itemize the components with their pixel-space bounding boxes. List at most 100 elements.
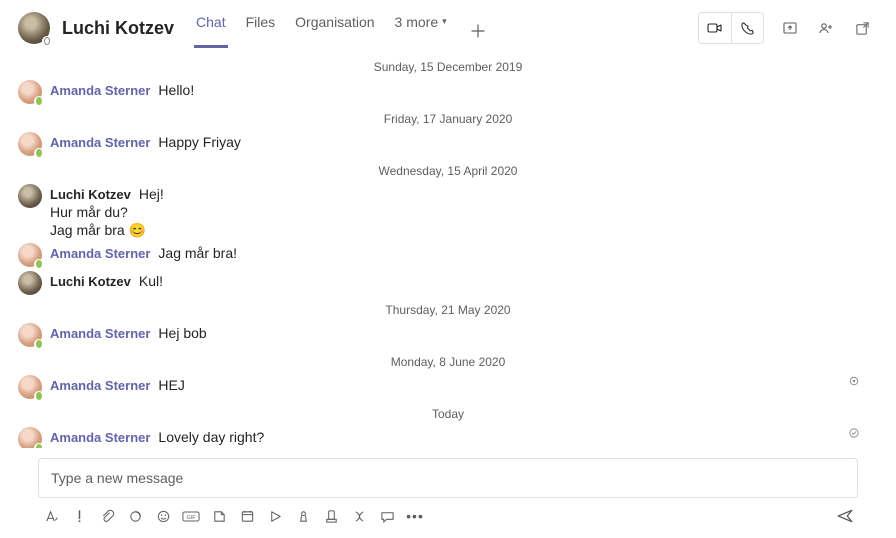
tab-chat[interactable]: Chat	[194, 8, 228, 48]
add-tab-button[interactable]	[465, 24, 491, 48]
presence-indicator	[34, 443, 44, 448]
audio-call-button[interactable]	[731, 13, 763, 43]
date-separator: Monday, 8 June 2020	[18, 355, 878, 369]
approvals-icon	[324, 509, 339, 524]
presence-indicator	[42, 36, 52, 46]
message-text: Hej!	[139, 186, 164, 202]
avatar[interactable]	[18, 323, 42, 347]
message-row: Amanda Sterner Lovely day right?	[18, 427, 878, 448]
share-screen-icon	[782, 20, 798, 36]
chat-title: Luchi Kotzev	[62, 18, 174, 39]
message-text: Hur mår du?	[50, 204, 164, 220]
presence-indicator	[34, 339, 44, 349]
sender-name[interactable]: Amanda Sterner	[50, 83, 150, 98]
message-row: Amanda Sterner Jag mår bra!	[18, 243, 878, 267]
attach-icon	[100, 509, 115, 524]
message-row: Amanda Sterner Happy Friyay	[18, 132, 878, 156]
sender-name[interactable]: Amanda Sterner	[50, 326, 150, 341]
more-icon: •••	[406, 508, 424, 524]
date-separator: Friday, 17 January 2020	[18, 112, 878, 126]
priority-button[interactable]	[66, 504, 92, 528]
chevron-down-icon: ▾	[442, 16, 447, 27]
chat-header: Luchi Kotzev Chat Files Organisation 3 m…	[0, 0, 896, 48]
avatar[interactable]	[18, 375, 42, 399]
stream-icon	[268, 509, 283, 524]
presence-indicator	[34, 96, 44, 106]
avatar[interactable]	[18, 132, 42, 156]
compose-toolbar: GIF •••	[38, 504, 858, 528]
sender-name[interactable]: Luchi Kotzev	[50, 187, 131, 202]
loop-icon	[128, 509, 143, 524]
format-button[interactable]	[38, 504, 64, 528]
message-text: Lovely day right?	[158, 429, 264, 445]
message-text: Hej bob	[158, 325, 206, 341]
message-row: Amanda Sterner Hello!	[18, 80, 878, 104]
message-text: Kul!	[139, 273, 163, 289]
format-icon	[44, 509, 59, 524]
header-actions	[698, 12, 878, 44]
message-input[interactable]	[51, 470, 845, 486]
messaging-extensions-button[interactable]	[374, 504, 400, 528]
tab-more-label: 3 more	[395, 14, 439, 30]
message-text: Hello!	[158, 82, 194, 98]
send-button[interactable]	[832, 504, 858, 528]
message-text: Jag mår bra!	[158, 245, 237, 261]
avatar[interactable]	[18, 80, 42, 104]
people-add-icon	[818, 20, 834, 36]
popout-button[interactable]	[846, 13, 878, 43]
sender-name[interactable]: Amanda Sterner	[50, 430, 150, 445]
sender-name[interactable]: Luchi Kotzev	[50, 274, 131, 289]
presence-indicator	[34, 148, 44, 158]
presence-indicator	[34, 259, 44, 269]
loop-button[interactable]	[122, 504, 148, 528]
sender-name[interactable]: Amanda Sterner	[50, 246, 150, 261]
tab-organisation[interactable]: Organisation	[293, 8, 376, 48]
sender-name[interactable]: Amanda Sterner	[50, 135, 150, 150]
sticker-button[interactable]	[206, 504, 232, 528]
share-screen-button[interactable]	[774, 13, 806, 43]
avatar[interactable]	[18, 271, 42, 295]
video-call-button[interactable]	[699, 13, 731, 43]
date-separator: Sunday, 15 December 2019	[18, 60, 878, 74]
praise-icon	[296, 509, 311, 524]
emoji-button[interactable]	[150, 504, 176, 528]
gif-button[interactable]: GIF	[178, 504, 204, 528]
date-separator: Thursday, 21 May 2020	[18, 303, 878, 317]
avatar[interactable]	[18, 184, 42, 208]
viva-button[interactable]	[346, 504, 372, 528]
send-icon	[836, 507, 854, 525]
read-receipt-icon	[848, 375, 860, 387]
compose-box[interactable]	[38, 458, 858, 498]
message-row: Amanda Sterner Hej bob	[18, 323, 878, 347]
message-text: Jag mår bra 😊	[50, 222, 164, 239]
compose-area: GIF •••	[0, 448, 896, 538]
svg-text:GIF: GIF	[187, 515, 197, 521]
viva-icon	[352, 509, 367, 524]
tab-more[interactable]: 3 more ▾	[393, 8, 449, 48]
praise-button[interactable]	[290, 504, 316, 528]
calendar-icon	[240, 509, 255, 524]
sender-name[interactable]: Amanda Sterner	[50, 378, 150, 393]
more-actions-button[interactable]: •••	[402, 504, 428, 528]
message-text: HEJ	[158, 377, 184, 393]
date-separator: Today	[18, 407, 878, 421]
video-icon	[707, 20, 723, 36]
gif-icon: GIF	[182, 509, 200, 524]
tab-files[interactable]: Files	[244, 8, 278, 48]
emoji-icon	[156, 509, 171, 524]
avatar[interactable]	[18, 243, 42, 267]
attach-button[interactable]	[94, 504, 120, 528]
chat-app-icon	[380, 509, 395, 524]
message-row: Amanda Sterner HEJ	[18, 375, 878, 399]
plus-icon	[471, 24, 485, 38]
stream-button[interactable]	[262, 504, 288, 528]
header-avatar[interactable]	[18, 12, 50, 44]
popout-icon	[855, 21, 870, 36]
schedule-meeting-button[interactable]	[234, 504, 260, 528]
message-row: Luchi Kotzev Hej! Hur mår du? Jag mår br…	[18, 184, 878, 239]
avatar[interactable]	[18, 427, 42, 448]
messages-list[interactable]: Sunday, 15 December 2019 Amanda Sterner …	[0, 48, 896, 448]
sent-receipt-icon	[848, 427, 860, 439]
add-people-button[interactable]	[810, 13, 842, 43]
approvals-button[interactable]	[318, 504, 344, 528]
